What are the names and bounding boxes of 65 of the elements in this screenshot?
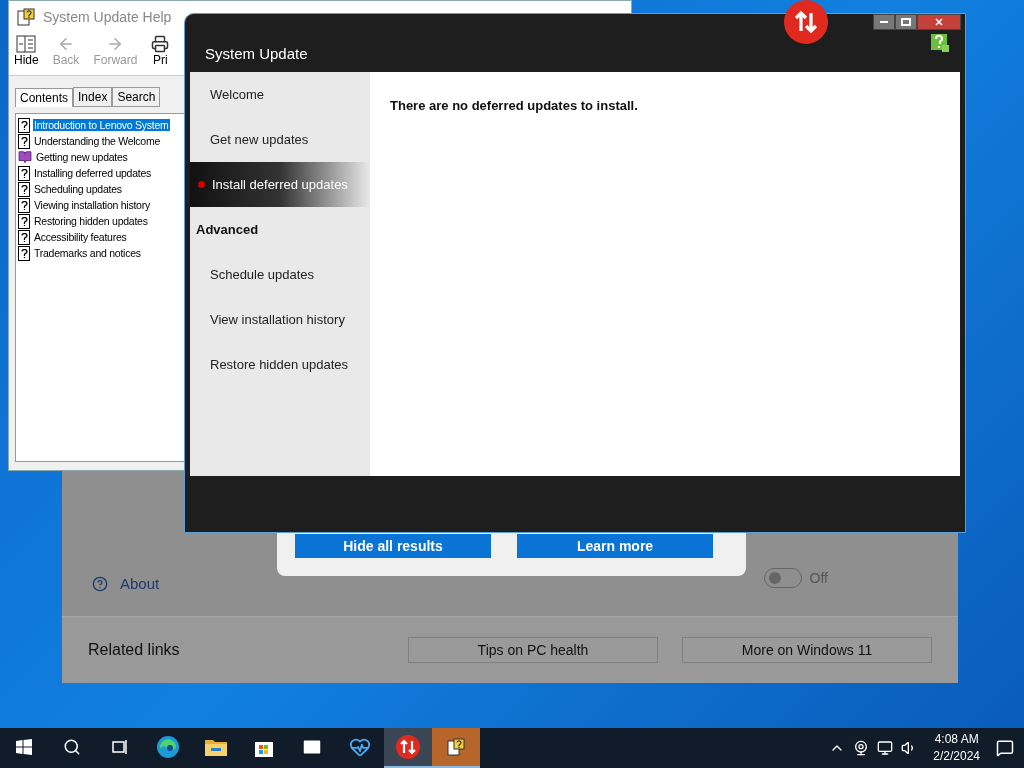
topic-item[interactable]: Getting new updates [35, 151, 129, 163]
topic-item[interactable]: Installing deferred updates [33, 167, 152, 179]
help-page-icon [18, 181, 30, 197]
topic-item[interactable]: Scheduling updates [33, 183, 123, 195]
task-view-icon [111, 739, 129, 755]
topic-item[interactable]: Accessibility features [33, 231, 128, 243]
maximize-icon [901, 18, 911, 26]
help-icon[interactable] [930, 33, 950, 53]
maximize-button[interactable] [895, 14, 917, 30]
help-circle-icon [92, 575, 108, 592]
topic-item[interactable]: Restoring hidden updates [33, 215, 149, 227]
bullet-icon [198, 181, 205, 188]
nav-item[interactable]: Restore hidden updates [190, 342, 370, 387]
help-page-icon [18, 229, 30, 245]
dialog-button[interactable]: Hide all results [295, 534, 491, 558]
update-badge-icon[interactable] [784, 0, 828, 44]
nav-item[interactable]: Get new updates [190, 117, 370, 162]
printer-icon [151, 35, 170, 53]
nav-item[interactable]: Install deferred updates [190, 162, 370, 207]
toolbar-button[interactable]: Hide [9, 35, 44, 73]
dialog-button[interactable]: Learn more [517, 534, 713, 558]
browser-icon [156, 735, 180, 759]
help-page-icon [18, 197, 30, 213]
close-button[interactable] [917, 14, 961, 30]
help-file-icon [17, 8, 35, 26]
heart-pulse-icon [349, 736, 371, 758]
help-page-icon [18, 213, 30, 229]
taskbar-button[interactable] [432, 728, 480, 768]
windows-logo-icon [16, 739, 32, 755]
book-icon [18, 150, 32, 164]
topic-item[interactable]: Trademarks and notices [33, 247, 142, 259]
update-arrows-icon [395, 734, 421, 760]
help-tab[interactable]: Contents [15, 88, 74, 107]
search-icon [63, 738, 81, 756]
taskbar-button[interactable] [384, 728, 432, 768]
toolbar-button[interactable]: Pri [146, 35, 175, 73]
related-link-button[interactable]: Tips on PC health [408, 637, 658, 663]
nav-heading: Advanced [195, 221, 260, 239]
camera-icon[interactable] [853, 740, 870, 756]
help-page-icon [18, 165, 30, 181]
status-message: There are no deferred updates to install. [390, 98, 639, 113]
related-link-button[interactable]: More on Windows 11 [682, 637, 932, 663]
nav-item[interactable]: Welcome [190, 72, 370, 117]
toggle-label: Off [809, 570, 828, 586]
topic-item[interactable]: Viewing installation history [33, 199, 151, 211]
clock[interactable]: 4:08 AM 2/2/2024 [933, 731, 980, 765]
help-page-icon [18, 133, 30, 149]
network-icon[interactable] [877, 740, 894, 756]
window-title: System Update Help [43, 9, 172, 25]
window-title: System Update [205, 43, 308, 62]
help-tab[interactable]: Search [112, 87, 161, 107]
nav-item[interactable]: Schedule updates [190, 252, 370, 297]
close-icon [935, 18, 943, 26]
help-tab[interactable]: Index [73, 87, 113, 107]
folder-icon [204, 737, 228, 757]
help-page-icon [18, 245, 30, 261]
topic-item[interactable]: Understanding the Welcome [33, 135, 162, 147]
help-page-icon [18, 117, 30, 133]
minimize-button[interactable] [873, 14, 895, 30]
minimize-icon [880, 21, 888, 23]
topic-item[interactable]: Introduction to Lenovo System [33, 119, 170, 131]
related-links-label: Related links [88, 641, 181, 659]
help-file-icon [447, 738, 465, 756]
nav-item[interactable]: View installation history [190, 297, 370, 342]
notifications-icon[interactable] [996, 739, 1014, 757]
